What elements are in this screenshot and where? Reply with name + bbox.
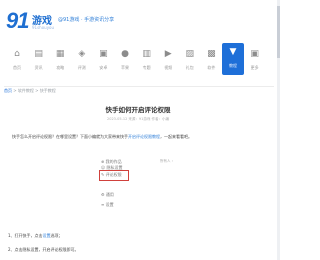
logo-number: 91: [6, 8, 30, 33]
video-icon: ▶: [164, 49, 172, 59]
nav-item[interactable]: ▼ 教程: [222, 43, 244, 75]
nav-item-label: 安卓: [99, 65, 108, 70]
nav-item-label: 软件: [207, 65, 216, 70]
news-icon: ▤: [34, 49, 43, 59]
guide-icon: ▦: [55, 49, 65, 59]
apple-icon: ●: [121, 49, 129, 59]
home-icon: ⌂: [14, 49, 20, 59]
article-title: 快手如何开启评论权限: [105, 106, 171, 114]
article-intro: 快手怎么开启评论权限？在哪里设置？下面小编就为大家带来快手开启评论权限教程，一起…: [12, 134, 264, 140]
nav-item-label: 专题: [142, 65, 151, 70]
nav-item-label: 礼包: [185, 65, 194, 70]
tutorial-icon: ▼: [229, 47, 237, 57]
intro-highlight-link[interactable]: 开启评论权限教程: [128, 134, 160, 139]
nav-item[interactable]: ▥ 专题: [136, 45, 158, 79]
gift-icon: ▨: [185, 49, 195, 59]
scrollbar-thumb[interactable]: [277, 6, 280, 58]
logo-subtext: 91shouyou: [32, 25, 55, 30]
breadcrumb: 首页 > 软件教程 > 快手教程: [4, 88, 56, 94]
article-meta: 2023-05-12 来源：91游戏 作者：小编: [106, 117, 170, 121]
software-icon: ▩: [207, 49, 216, 59]
site-logo[interactable]: 91 游戏 91shouyou: [6, 8, 66, 36]
step1-text-b: 选项；: [50, 233, 63, 238]
step1-text-a: 1、打开快手，点击: [8, 233, 43, 238]
screenshot-row: ☺ 隐私设置: [101, 165, 123, 170]
nav-item[interactable]: ◈ 评测: [71, 45, 93, 79]
android-icon: ▣: [99, 49, 108, 59]
nav-item-label: 教程: [229, 63, 237, 68]
nav-item[interactable]: ⌂ 首页: [6, 45, 28, 79]
page-scrollbar[interactable]: [277, 0, 280, 260]
nav-divider: [4, 86, 274, 87]
breadcrumb-home-link[interactable]: 首页: [4, 88, 12, 93]
nav-item[interactable]: ● 苹果: [114, 45, 136, 79]
nav-item[interactable]: ▩ 软件: [200, 45, 222, 79]
more-icon: ▣: [250, 49, 259, 59]
step-2: 2、点击隐私设置，开启评论权限即可。: [8, 247, 79, 252]
nav-item-label: 评测: [77, 65, 86, 70]
nav-item[interactable]: ▨ 礼包: [179, 45, 201, 79]
article-screenshot: ⊕ 我的作品 所有人 › ☺ 隐私设置 ✎ 评论权限 ⚙ 通用 ≡ 设置: [97, 154, 177, 226]
review-icon: ◈: [78, 49, 86, 59]
header-tagline: @91游戏 · 手游资讯分享: [58, 17, 115, 23]
nav-item-label: 视频: [164, 65, 173, 70]
step1-highlight-link[interactable]: 设置: [43, 233, 51, 238]
nav-item-label: 资讯: [34, 65, 43, 70]
intro-text-a: 快手怎么开启评论权限？在哪里设置？下面小编就为大家带来快手: [12, 134, 128, 139]
nav-item[interactable]: ▤ 资讯: [28, 45, 50, 79]
topic-icon: ▥: [142, 49, 151, 59]
main-nav: ⌂ 首页 ▤ 资讯 ▦ 攻略 ◈ 评测 ▣ 安卓 ● 苹果 ▥ 专题 ▶ 视频 ▨ 礼包 ▩ 软件 ▼ 教程 ▣ 更多: [0, 43, 276, 79]
nav-item[interactable]: ▣ 更多: [244, 45, 266, 79]
nav-item[interactable]: ▣ 安卓: [92, 45, 114, 79]
nav-item[interactable]: ▶ 视频: [157, 45, 179, 79]
step-1: 1、打开快手，点击设置选项；: [8, 233, 63, 239]
nav-item-label: 更多: [250, 65, 259, 70]
screenshot-row-highlighted: ✎ 评论权限: [101, 172, 122, 177]
screenshot-row: ≡ 设置: [101, 202, 114, 207]
site-header: 91 游戏 91shouyou @91游戏 · 手游资讯分享: [0, 0, 280, 42]
nav-item-label: 攻略: [56, 65, 65, 70]
intro-text-b: ，一起来看看吧。: [160, 134, 192, 139]
screenshot-row: ⚙ 通用: [101, 192, 114, 197]
screenshot-right-label: 所有人 ›: [159, 159, 173, 163]
nav-item-label: 首页: [13, 65, 21, 70]
nav-item[interactable]: ▦ 攻略: [49, 45, 71, 79]
nav-item-label: 苹果: [121, 65, 129, 70]
breadcrumb-path: > 软件教程 > 快手教程: [12, 88, 56, 93]
